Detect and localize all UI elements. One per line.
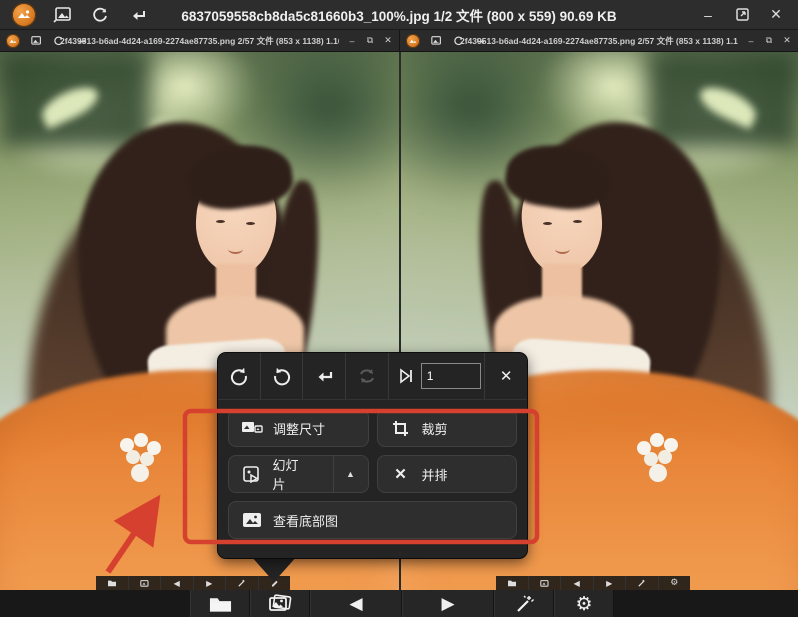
- minimize-button[interactable]: –: [694, 3, 722, 27]
- gear-icon: ⚙: [670, 578, 679, 588]
- refresh-icon[interactable]: [51, 34, 66, 48]
- close-button[interactable]: ✕: [381, 34, 395, 48]
- caret-up-icon: ▲: [346, 469, 355, 479]
- frame-step-icon: [399, 368, 412, 384]
- x-icon: ✕: [394, 466, 407, 483]
- popup-close-button[interactable]: ✕: [485, 353, 527, 399]
- restore-button[interactable]: ⧉: [363, 34, 377, 48]
- wand-button[interactable]: [626, 576, 659, 590]
- edit-popup-menu: ✕ 调整尺寸 裁剪 幻灯片: [218, 353, 527, 558]
- next-icon: ▶: [441, 593, 455, 613]
- minimize-button[interactable]: –: [345, 34, 359, 48]
- next-button[interactable]: ▶: [194, 576, 226, 590]
- close-button[interactable]: ✕: [762, 3, 790, 27]
- wand-button[interactable]: [494, 590, 554, 617]
- app-logo-icon: [6, 33, 20, 48]
- next-button[interactable]: ▶: [402, 590, 494, 617]
- resize-icon: [241, 420, 263, 436]
- pane-title: 2f439513-b6ad-4d24-a169-2274ae87735.png …: [60, 35, 339, 46]
- right-pane-titlebar: 2f439513-b6ad-4d24-a169-2274ae87735.png …: [399, 30, 798, 52]
- next-button[interactable]: ▶: [594, 576, 626, 590]
- frame-step-cell: [389, 353, 486, 399]
- prev-icon: ◀: [349, 593, 363, 613]
- crop-label: 裁剪: [421, 421, 448, 437]
- image-icon[interactable]: [28, 34, 43, 48]
- crop-button[interactable]: 裁剪: [376, 409, 517, 447]
- main-titlebar: 6837059558cb8da5c81660b3_100%.jpg 1/2 文件…: [0, 0, 798, 30]
- restore-button[interactable]: ⧉: [762, 34, 776, 48]
- sync-button[interactable]: [346, 353, 389, 399]
- view-bottom-button[interactable]: 查看底部图: [228, 501, 517, 539]
- refresh-icon[interactable]: [451, 34, 466, 48]
- gear-button[interactable]: ⚙: [659, 576, 691, 590]
- close-button[interactable]: ✕: [780, 34, 794, 48]
- left-pane-titlebar: 2f439513-b6ad-4d24-a169-2274ae87735.png …: [0, 30, 399, 52]
- image-viewer-window: 6837059558cb8da5c81660b3_100%.jpg 1/2 文件…: [0, 0, 798, 617]
- photos-button[interactable]: [529, 576, 561, 590]
- side-by-side-label: 并排: [421, 467, 448, 483]
- crop-icon: [390, 420, 412, 437]
- photos-button[interactable]: [129, 576, 161, 590]
- refresh-icon[interactable]: [88, 4, 112, 26]
- popup-toolbar: ✕: [218, 353, 527, 400]
- pane-title: 2f439513-b6ad-4d24-a169-2274ae87735.png …: [460, 35, 738, 46]
- view-bottom-icon: [241, 512, 263, 528]
- main-bottom-toolbar: ◀ ▶ ⚙: [0, 590, 798, 617]
- image-icon[interactable]: [428, 34, 443, 48]
- popup-menu-grid: 调整尺寸 裁剪 幻灯片 ▲ ✕ 并排 查看底部图: [218, 400, 527, 548]
- slideshow-main[interactable]: 幻灯片: [229, 456, 323, 492]
- resize-button[interactable]: 调整尺寸: [228, 409, 369, 447]
- app-logo-icon: [12, 2, 36, 27]
- open-folder-button[interactable]: [190, 590, 250, 617]
- prev-button[interactable]: ◀: [310, 590, 402, 617]
- back-icon[interactable]: [74, 34, 89, 48]
- view-bottom-label: 查看底部图: [273, 513, 339, 529]
- prev-button[interactable]: ◀: [561, 576, 594, 590]
- slideshow-caret-button[interactable]: ▲: [332, 456, 368, 492]
- side-by-side-button[interactable]: ✕ 并排: [376, 455, 517, 493]
- open-folder-button[interactable]: [96, 576, 129, 590]
- rotate-ccw-button[interactable]: [261, 353, 304, 399]
- open-folder-button[interactable]: [496, 576, 529, 590]
- minimize-button[interactable]: –: [744, 34, 758, 48]
- app-logo-icon: [406, 33, 420, 48]
- slideshow-button[interactable]: 幻灯片 ▲: [228, 455, 369, 493]
- slideshow-icon: [241, 465, 262, 483]
- forward-icon[interactable]: [474, 34, 489, 48]
- frame-input[interactable]: [420, 363, 481, 389]
- photos-button[interactable]: [250, 590, 310, 617]
- popup-callout-tail: [251, 556, 297, 582]
- resize-label: 调整尺寸: [273, 421, 326, 437]
- right-pane-toolbar: ◀ ▶ ⚙: [496, 576, 690, 590]
- gear-icon: ⚙: [575, 592, 593, 615]
- prev-button[interactable]: ◀: [161, 576, 194, 590]
- gear-button[interactable]: ⚙: [554, 590, 614, 617]
- back-icon[interactable]: [126, 4, 150, 26]
- restore-button[interactable]: [728, 3, 756, 27]
- rotate-cw-button[interactable]: [218, 353, 261, 399]
- image-icon[interactable]: [50, 4, 74, 26]
- slideshow-label: 幻灯片: [272, 458, 299, 492]
- undo-button[interactable]: [303, 353, 347, 399]
